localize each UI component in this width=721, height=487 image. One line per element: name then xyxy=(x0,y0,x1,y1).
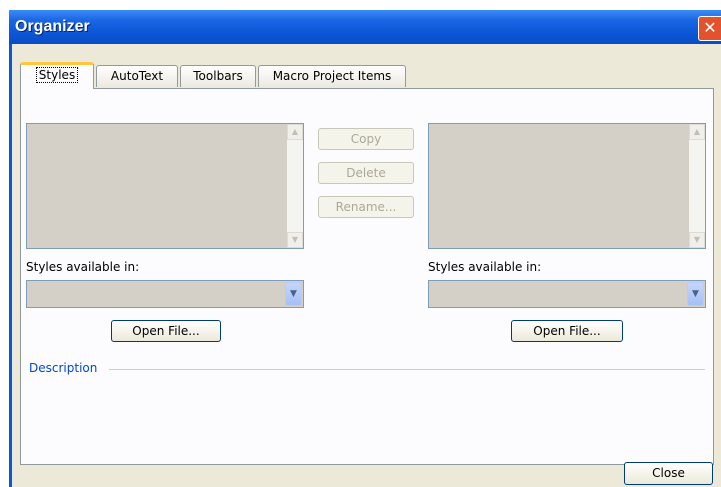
rename-button[interactable]: Rename... xyxy=(318,196,414,218)
tab-macro-project-items-label: Macro Project Items xyxy=(272,69,392,83)
scroll-down-arrow-icon[interactable]: ▼ xyxy=(689,232,705,248)
chevron-down-icon[interactable]: ▼ xyxy=(285,282,302,306)
tab-toolbars-label: Toolbars xyxy=(193,69,243,83)
right-list-scrollbar[interactable]: ▲ ▼ xyxy=(689,124,705,248)
tab-panel: ▲ ▼ Styles available in: ▼ Open File... … xyxy=(20,88,714,465)
left-list-scrollbar[interactable]: ▲ ▼ xyxy=(287,124,303,248)
description-label: Description xyxy=(29,361,98,375)
close-x-icon[interactable]: ✕ xyxy=(698,16,721,41)
tab-autotext[interactable]: AutoText xyxy=(96,65,178,87)
right-styles-list[interactable]: ▲ ▼ xyxy=(428,123,706,249)
left-open-file-button[interactable]: Open File... xyxy=(111,320,221,342)
left-styles-available-combo[interactable]: ▼ xyxy=(26,280,304,308)
chevron-down-icon[interactable]: ▼ xyxy=(687,282,704,306)
organizer-window: Organizer ✕ Styles AutoText Toolbars Mac… xyxy=(9,10,721,487)
window-title: Organizer xyxy=(15,18,90,35)
left-available-label: Styles available in: xyxy=(26,260,140,274)
scroll-up-arrow-icon[interactable]: ▲ xyxy=(287,124,303,140)
close-button[interactable]: Close xyxy=(624,462,713,485)
tab-styles-label: Styles xyxy=(35,67,79,83)
tab-autotext-label: AutoText xyxy=(110,69,164,83)
right-styles-available-combo[interactable]: ▼ xyxy=(428,280,706,308)
tab-styles[interactable]: Styles xyxy=(20,62,94,89)
right-available-label: Styles available in: xyxy=(428,260,542,274)
scroll-up-arrow-icon[interactable]: ▲ xyxy=(689,124,705,140)
delete-button[interactable]: Delete xyxy=(318,162,414,184)
copy-button[interactable]: Copy xyxy=(318,128,414,150)
description-divider xyxy=(109,369,705,370)
right-open-file-button[interactable]: Open File... xyxy=(511,320,623,342)
title-bar[interactable]: Organizer ✕ xyxy=(9,10,721,44)
scroll-down-arrow-icon[interactable]: ▼ xyxy=(287,232,303,248)
left-styles-list[interactable]: ▲ ▼ xyxy=(26,123,304,249)
tab-macro-project-items[interactable]: Macro Project Items xyxy=(258,65,406,87)
tab-toolbars[interactable]: Toolbars xyxy=(180,65,256,87)
dialog-client: Styles AutoText Toolbars Macro Project I… xyxy=(12,44,721,487)
